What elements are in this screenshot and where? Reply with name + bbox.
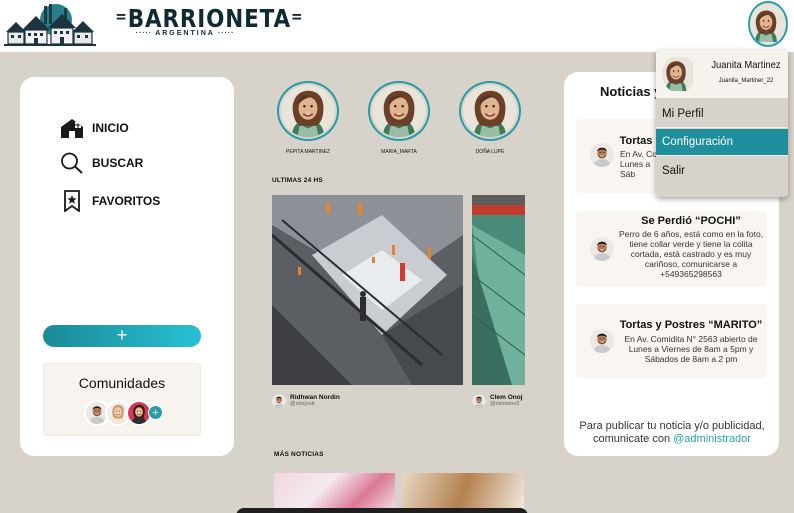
news-item-title: Tortas	[619, 135, 653, 147]
sidebar-item-inicio[interactable]: INICIO	[60, 117, 129, 139]
communities-panel[interactable]: Comunidades +	[43, 363, 201, 436]
add-community-button[interactable]: +	[148, 405, 163, 420]
post-image[interactable]	[472, 195, 525, 385]
user-avatar-button[interactable]	[748, 1, 788, 47]
search-icon	[60, 152, 84, 174]
story-avatar[interactable]	[277, 81, 339, 141]
story-avatar[interactable]	[368, 81, 430, 141]
author-handle: @ridzjoob	[290, 401, 315, 407]
admin-link[interactable]: @administrador	[673, 433, 751, 445]
news-item[interactable]: Tortas y Postres “MARITO” En Av. Comidit…	[576, 304, 767, 378]
brand-logo[interactable]: BARRIONETA ARGENTINA	[100, 4, 290, 48]
news-avatar	[590, 237, 614, 261]
sidebar-item-buscar[interactable]: BUSCAR	[60, 152, 143, 174]
user-menu-header: Juanita Martinez Juanita_Martiner_22	[656, 50, 788, 98]
section-title-more: MÁS NOTICIAS	[274, 451, 324, 458]
menu-divider	[656, 155, 788, 156]
post-image[interactable]	[272, 195, 463, 385]
post-author[interactable]: Clem Onoj @clemono2	[472, 394, 525, 408]
story-item[interactable]: DOÑA LUPE	[458, 81, 522, 155]
communities-title: Comunidades	[78, 375, 166, 391]
user-menu: Juanita Martinez Juanita_Martiner_22 Mi …	[656, 50, 788, 197]
user-menu-avatar	[662, 55, 696, 93]
publish-note: Para publicar tu noticia y/o publicidad,…	[572, 420, 772, 446]
news-item-description: En Av. Co Lunes a Sáb	[620, 149, 658, 179]
section-title-latest: ULTIMAS 24 HS	[272, 177, 323, 184]
user-menu-handle: Juanita_Martiner_22	[718, 78, 774, 84]
author-name: Clem Onoj	[490, 394, 523, 401]
news-item-description: En Av. Comidita N° 2563 abierto de Lunes…	[624, 334, 758, 364]
sidebar-item-label: INICIO	[92, 121, 129, 135]
story-name: PEPITA MARTINEZ	[286, 149, 330, 155]
story-avatar[interactable]	[459, 81, 521, 141]
author-avatar[interactable]	[272, 394, 286, 408]
logo-houses-icon[interactable]	[4, 2, 96, 46]
news-item-title: Se Perdió “POCHI”	[641, 215, 741, 227]
home-icon	[60, 117, 84, 139]
author-avatar[interactable]	[472, 394, 486, 408]
menu-item-configuracion[interactable]: Configuración	[656, 129, 788, 155]
news-item[interactable]: Se Perdió “POCHI” Perro de 6 años, está …	[576, 211, 767, 287]
user-menu-name: Juanita Martinez	[711, 59, 781, 71]
more-news-image[interactable]	[274, 473, 395, 513]
news-item-description: Perro de 6 años, está como en la foto, t…	[618, 229, 764, 279]
sidebar-item-label: BUSCAR	[92, 156, 144, 170]
top-header: BARRIONETA ARGENTINA	[0, 0, 794, 52]
menu-item-salir[interactable]: Salir	[656, 158, 788, 184]
news-avatar	[590, 329, 614, 353]
more-news-image[interactable]	[402, 473, 524, 513]
bottom-bar	[236, 508, 528, 513]
sidebar-item-favoritos[interactable]: FAVORITOS	[60, 190, 161, 213]
brand-name: BARRIONETA	[115, 4, 303, 33]
menu-item-mi-perfil[interactable]: Mi Perfil	[656, 101, 788, 127]
post-author[interactable]: Ridhwan Nordin @ridzjoob	[272, 394, 340, 408]
news-title: Noticias y	[600, 84, 662, 99]
author-handle: @clemono2	[490, 401, 520, 407]
sidebar: INICIO BUSCAR FAVORITOS + Comunidades +	[20, 77, 234, 456]
story-item[interactable]: MARIA_MARTA	[367, 81, 431, 155]
menu-divider	[656, 127, 788, 128]
story-name: MARIA_MARTA	[381, 149, 417, 155]
story-item[interactable]: PEPITA MARTINEZ	[276, 81, 340, 155]
news-item-title: Tortas y Postres “MARITO”	[619, 319, 763, 331]
news-avatar	[590, 143, 614, 167]
sidebar-item-label: FAVORITOS	[92, 194, 161, 208]
add-post-button[interactable]: +	[43, 325, 201, 347]
bookmark-star-icon	[60, 190, 84, 213]
author-name: Ridhwan Nordin	[290, 394, 340, 401]
story-name: DOÑA LUPE	[475, 149, 505, 155]
